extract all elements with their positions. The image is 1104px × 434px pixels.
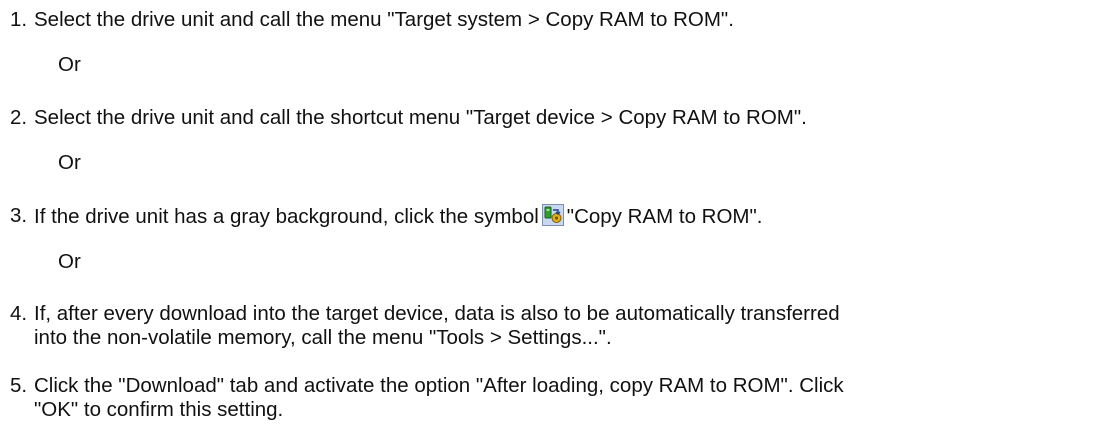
or-label: Or <box>58 53 81 76</box>
step-number: 2. <box>10 106 28 129</box>
step-number: 4. <box>10 302 28 325</box>
or-label: Or <box>58 250 81 273</box>
step-number: 3. <box>10 204 28 227</box>
or-label: Or <box>58 151 81 174</box>
step-text-line-1: Click the "Download" tab and activate th… <box>34 374 844 397</box>
step-number: 5. <box>10 374 28 397</box>
step-text-line-2: into the non-volatile memory, call the m… <box>34 326 612 349</box>
step-text-line-1: If, after every download into the target… <box>34 302 840 325</box>
step-text-after: "Copy RAM to ROM". <box>566 205 763 228</box>
step-text: Select the drive unit and call the menu … <box>34 8 734 31</box>
step-text: If the drive unit has a gray background,… <box>34 204 762 232</box>
step-number: 1. <box>10 8 28 31</box>
step-text-line-2: "OK" to confirm this setting. <box>34 398 284 421</box>
step-text-before: If the drive unit has a gray background,… <box>34 205 539 228</box>
step-text: Select the drive unit and call the short… <box>34 106 807 129</box>
copy-ram-to-rom-icon <box>541 204 564 232</box>
